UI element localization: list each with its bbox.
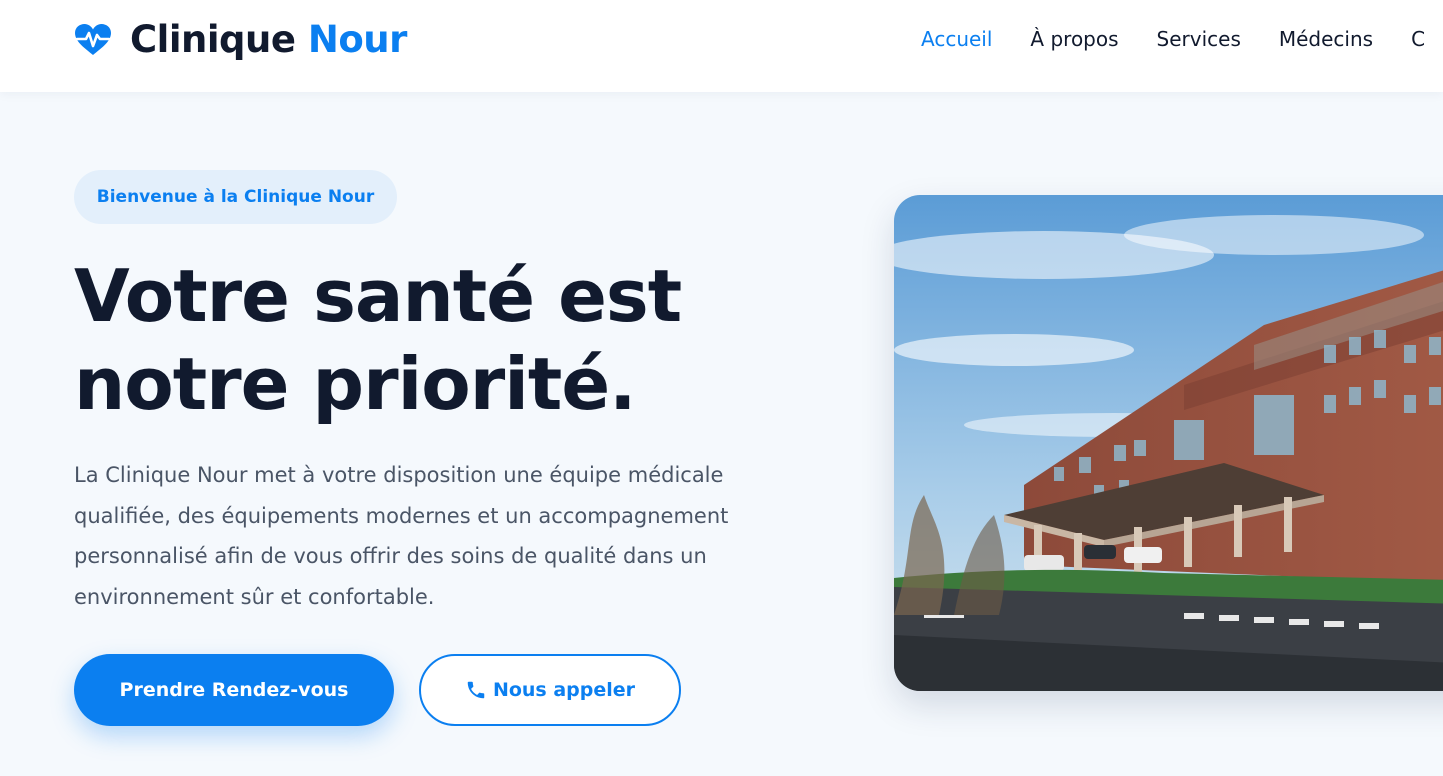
book-appointment-button[interactable]: Prendre Rendez-vous bbox=[74, 654, 394, 726]
nav-item-services[interactable]: Services bbox=[1157, 27, 1241, 51]
brand-name-main: Clinique bbox=[130, 18, 296, 61]
hero-headline: Votre santé est notre priorité. bbox=[74, 254, 682, 426]
site-header: Clinique Nour Accueil À propos Services … bbox=[0, 0, 1443, 92]
brand-name: Clinique Nour bbox=[130, 18, 407, 61]
welcome-badge: Bienvenue à la Clinique Nour bbox=[74, 170, 397, 224]
call-us-label: Nous appeler bbox=[492, 679, 636, 701]
clinic-building-photo bbox=[894, 195, 1443, 691]
brand-name-accent: Nour bbox=[307, 18, 407, 61]
call-us-button[interactable]: Nous appeler bbox=[419, 654, 681, 726]
nav-item-accueil[interactable]: Accueil bbox=[921, 27, 992, 51]
main-nav: Accueil À propos Services Médecins C bbox=[921, 27, 1443, 51]
nav-item-a-propos[interactable]: À propos bbox=[1030, 27, 1118, 51]
brand-logo[interactable]: Clinique Nour bbox=[74, 18, 407, 61]
nav-item-contact[interactable]: C bbox=[1411, 27, 1425, 51]
hero-description: La Clinique Nour met à votre disposition… bbox=[74, 463, 729, 609]
heartbeat-icon bbox=[75, 23, 111, 55]
nav-item-medecins[interactable]: Médecins bbox=[1279, 27, 1373, 51]
phone-icon bbox=[467, 681, 485, 699]
